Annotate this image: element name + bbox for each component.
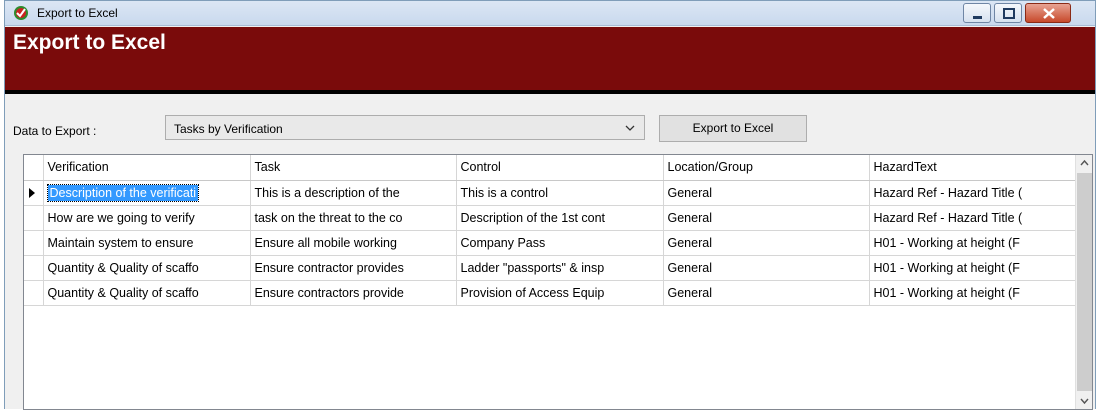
data-grid: Verification Task Control Location/Group…	[23, 154, 1093, 410]
column-header[interactable]: Location/Group	[663, 155, 870, 181]
row-selector-header	[24, 155, 44, 181]
row-selector[interactable]	[24, 180, 44, 206]
export-to-excel-button[interactable]: Export to Excel	[659, 115, 807, 142]
table-cell[interactable]: Maintain system to ensure	[43, 230, 251, 256]
column-header[interactable]: HazardText	[869, 155, 1077, 181]
title-bar[interactable]: Export to Excel	[5, 1, 1095, 26]
column-header[interactable]: Task	[250, 155, 457, 181]
table-cell[interactable]: Quantity & Quality of scaffo	[43, 280, 251, 306]
table-row[interactable]: Quantity & Quality of scaffo Ensure cont…	[24, 280, 1077, 306]
minimize-icon	[973, 16, 982, 19]
table-cell[interactable]: General	[663, 230, 870, 256]
column-header[interactable]: Control	[456, 155, 664, 181]
app-icon	[14, 6, 28, 20]
table-row[interactable]: Quantity & Quality of scaffo Ensure cont…	[24, 255, 1077, 281]
table-cell[interactable]: This is a control	[456, 180, 664, 206]
chevron-down-icon	[625, 125, 635, 131]
table-cell[interactable]: How are we going to verify	[43, 205, 251, 231]
table-cell[interactable]: Quantity & Quality of scaffo	[43, 255, 251, 281]
table-cell[interactable]: Provision of Access Equip	[456, 280, 664, 306]
table-cell[interactable]: Ensure all mobile working	[250, 230, 457, 256]
window-title: Export to Excel	[37, 6, 118, 20]
table-cell[interactable]: This is a description of the	[250, 180, 457, 206]
table-cell[interactable]: Ensure contractor provides	[250, 255, 457, 281]
scroll-up-icon[interactable]	[1076, 155, 1093, 172]
dropdown-selected-value: Tasks by Verification	[174, 122, 283, 136]
row-selector[interactable]	[24, 280, 44, 306]
row-pointer-icon	[29, 187, 35, 198]
maximize-button[interactable]	[994, 3, 1022, 23]
table-cell[interactable]: Hazard Ref - Hazard Title (	[869, 180, 1077, 206]
export-window: Export to Excel Export to Excel Data to …	[4, 0, 1096, 410]
header-row: Verification Task Control Location/Group…	[24, 155, 1077, 181]
column-header[interactable]: Verification	[43, 155, 251, 181]
table-cell[interactable]: Hazard Ref - Hazard Title (	[869, 205, 1077, 231]
table-cell[interactable]: Ladder "passports" & insp	[456, 255, 664, 281]
close-icon	[1043, 8, 1055, 19]
table-row[interactable]: Maintain system to ensure Ensure all mob…	[24, 230, 1077, 256]
vertical-scrollbar[interactable]	[1075, 155, 1092, 409]
table-cell[interactable]: Company Pass	[456, 230, 664, 256]
table-cell[interactable]: General	[663, 180, 870, 206]
export-controls: Data to Export : Tasks by Verification E…	[5, 94, 1095, 154]
table-cell[interactable]: General	[663, 280, 870, 306]
table-cell[interactable]: H01 - Working at height (F	[869, 280, 1077, 306]
table-cell[interactable]: Description of the verificati	[43, 180, 251, 206]
results-table: Verification Task Control Location/Group…	[24, 155, 1077, 306]
maximize-icon	[1003, 8, 1015, 19]
table-row[interactable]: How are we going to verify task on the t…	[24, 205, 1077, 231]
close-button[interactable]	[1025, 3, 1071, 23]
scrollbar-thumb[interactable]	[1077, 173, 1092, 391]
banner-title: Export to Excel	[13, 31, 166, 54]
cell-text: Description of the verificati	[46, 183, 200, 202]
table-row[interactable]: Description of the verificati This is a …	[24, 180, 1077, 206]
table-cell[interactable]: H01 - Working at height (F	[869, 230, 1077, 256]
table-cell[interactable]: General	[663, 255, 870, 281]
data-to-export-dropdown[interactable]: Tasks by Verification	[165, 115, 645, 140]
data-to-export-label: Data to Export :	[13, 124, 97, 138]
table-cell[interactable]: task on the threat to the co	[250, 205, 457, 231]
scroll-down-icon[interactable]	[1076, 392, 1093, 409]
row-selector[interactable]	[24, 205, 44, 231]
table-cell[interactable]: Ensure contractors provide	[250, 280, 457, 306]
table-cell[interactable]: Description of the 1st cont	[456, 205, 664, 231]
header-banner: Export to Excel	[5, 27, 1095, 94]
table-cell[interactable]: General	[663, 205, 870, 231]
table-cell[interactable]: H01 - Working at height (F	[869, 255, 1077, 281]
row-selector[interactable]	[24, 255, 44, 281]
minimize-button[interactable]	[963, 3, 991, 23]
row-selector[interactable]	[24, 230, 44, 256]
